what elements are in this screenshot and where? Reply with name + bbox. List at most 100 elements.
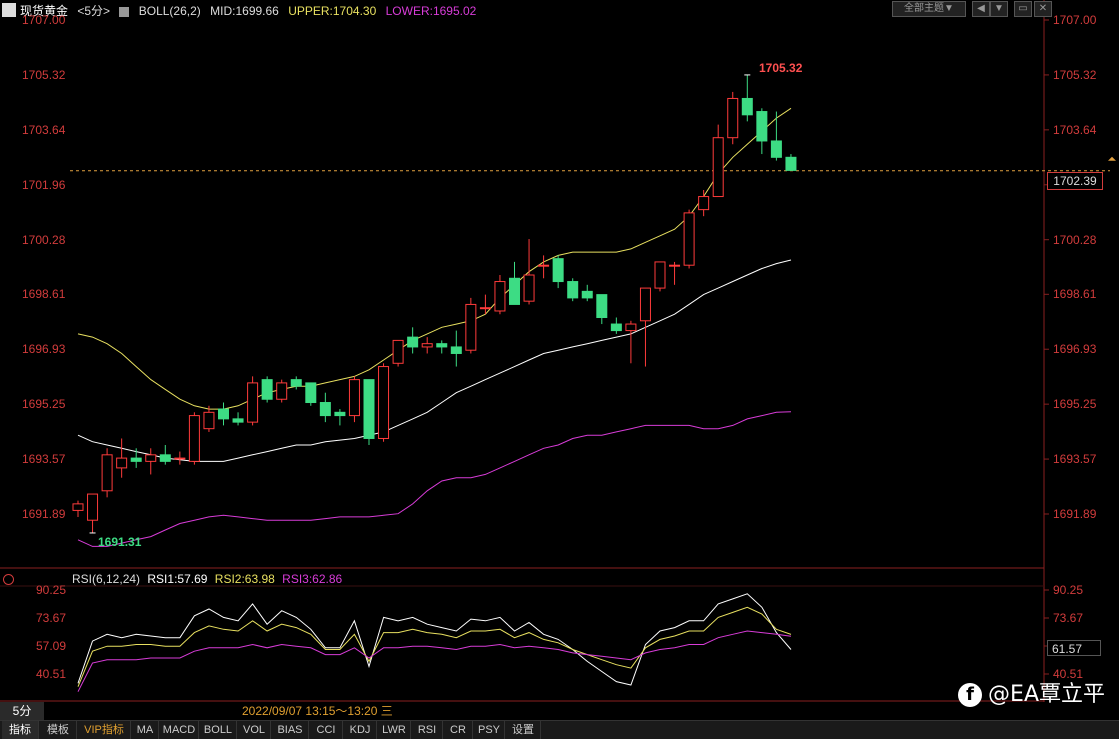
tab-10[interactable]: LWR (378, 721, 411, 739)
candle-body-up (421, 343, 433, 348)
candle-body-up (683, 212, 695, 266)
price-label-right: 1696.93 (1053, 342, 1097, 357)
chart-logo-icon (2, 3, 16, 17)
price-label-left: 1700.28 (22, 232, 66, 247)
price-label-right: 1698.61 (1053, 287, 1097, 302)
candle-body-down (567, 281, 579, 299)
candle-body-down (741, 97, 753, 116)
tab-11[interactable]: RSI (412, 721, 443, 739)
candle-body-up (523, 274, 535, 302)
rsi3-value: RSI3:62.86 (282, 572, 343, 586)
status-row: 5分 2022/09/07 13:15～13:20 三 (0, 702, 1119, 720)
candle-body-down (130, 457, 142, 462)
candle-body-up (348, 379, 360, 417)
watermark-text: @EA覃立平 (988, 682, 1105, 707)
candle-body-up (247, 382, 259, 423)
tab-1[interactable]: 模板 (40, 721, 77, 739)
candle-body-up (188, 415, 200, 462)
boll-mid-line (77, 259, 792, 462)
tab-9[interactable]: KDJ (344, 721, 377, 739)
time-range: 2022/09/07 13:15～13:20 三 (242, 704, 393, 718)
tab-14[interactable]: 设置 (506, 721, 541, 739)
candle-body-down (363, 379, 375, 439)
rsi-label-right: 73.67 (1053, 611, 1084, 625)
tab-8[interactable]: CCI (310, 721, 343, 739)
price-label-left: 1698.61 (22, 287, 66, 302)
price-label-left: 1707.00 (22, 13, 66, 27)
rsi3-line (77, 630, 792, 692)
price-label-right: 1705.32 (1053, 67, 1097, 82)
rsi-header: RSI(6,12,24) RSI1:57.69 RSI2:63.98 RSI3:… (72, 571, 346, 587)
price-label-right: 1707.00 (1053, 13, 1097, 27)
price-label-right: 1700.28 (1053, 232, 1097, 247)
tab-2[interactable]: VIP指标 (78, 721, 131, 739)
candle-body-down (261, 379, 273, 400)
candle-body-up (494, 281, 506, 312)
rsi1-line (77, 593, 792, 686)
price-label-right: 1703.64 (1053, 122, 1097, 137)
rsi-label-left: 73.67 (36, 611, 67, 625)
tab-6[interactable]: VOL (238, 721, 271, 739)
candle-body-down (159, 454, 171, 462)
candle-body-down (407, 336, 419, 348)
candle-body-down (218, 408, 229, 420)
price-chart[interactable] (0, 0, 1119, 720)
tab-7[interactable]: BIAS (272, 721, 309, 739)
indicator-icon (119, 6, 130, 17)
candle-body-up (669, 264, 681, 267)
candle-body-down (290, 379, 302, 387)
candle-body-up (654, 261, 666, 289)
candle-body-down (305, 382, 317, 404)
candle-body-up (625, 323, 637, 332)
candle-body-down (610, 323, 622, 332)
current-price-tag: 1702.39 (1047, 172, 1103, 190)
tab-0[interactable]: 指标 (2, 721, 39, 739)
boll-upper: UPPER:1704.30 (288, 4, 377, 18)
tab-3[interactable]: MA (132, 721, 159, 739)
candle-body-up (698, 196, 710, 211)
tab-13[interactable]: PSY (474, 721, 505, 739)
candle-body-up (203, 411, 215, 430)
rsi-settings-icon[interactable] (3, 574, 14, 585)
price-label-left: 1693.57 (22, 452, 66, 467)
boll-lower: LOWER:1695.02 (385, 4, 477, 18)
theme-select-button[interactable]: 全部主题▼ (892, 1, 966, 17)
price-label-left: 1696.93 (22, 342, 66, 357)
rsi1-value: RSI1:57.69 (147, 572, 208, 586)
price-label-right: 1691.89 (1053, 507, 1097, 521)
candle-body-up (639, 287, 651, 322)
candle-body-up (479, 307, 491, 310)
window-restore-icon[interactable]: ▭ (1014, 1, 1032, 17)
candle-body-up (538, 264, 550, 267)
candle-body-up (174, 457, 186, 460)
candle-body-down (756, 111, 768, 142)
rsi-current-tag: 61.57 (1047, 640, 1101, 656)
tab-4[interactable]: MACD (160, 721, 199, 739)
candle-body-up (465, 303, 477, 351)
toolbar-down-icon[interactable]: ▼ (990, 1, 1008, 17)
candle-body-down (552, 258, 564, 283)
high-price-marker: 1705.32 (759, 61, 803, 75)
toolbar-left-icon[interactable]: ◀ (972, 1, 990, 17)
close-icon[interactable]: ✕ (1034, 1, 1052, 17)
candle-body-up (116, 457, 128, 469)
candle-body-down (436, 343, 448, 348)
tab-12[interactable]: CR (444, 721, 473, 739)
period-tab[interactable]: 5分 (0, 702, 44, 720)
candle-body-up (101, 454, 113, 492)
price-label-left: 1701.96 (22, 177, 66, 192)
rsi-label-left: 90.25 (36, 583, 67, 597)
candle-body-up (378, 366, 390, 439)
candle-body-up (392, 339, 404, 364)
candle-body-up (712, 137, 724, 198)
price-label-left: 1695.25 (22, 397, 66, 412)
chart-header: 现货黄金 <5分> BOLL(26,2) MID:1699.66 UPPER:1… (0, 2, 482, 20)
candle-body-down (785, 156, 797, 171)
rsi-label-right: 90.25 (1053, 583, 1084, 597)
candle-body-up (145, 454, 157, 462)
facebook-icon: f (958, 683, 983, 707)
candle-body-down (334, 411, 346, 417)
tab-5[interactable]: BOLL (200, 721, 237, 739)
boll-mid: MID:1699.66 (210, 4, 279, 18)
candle-body-down (509, 277, 520, 305)
